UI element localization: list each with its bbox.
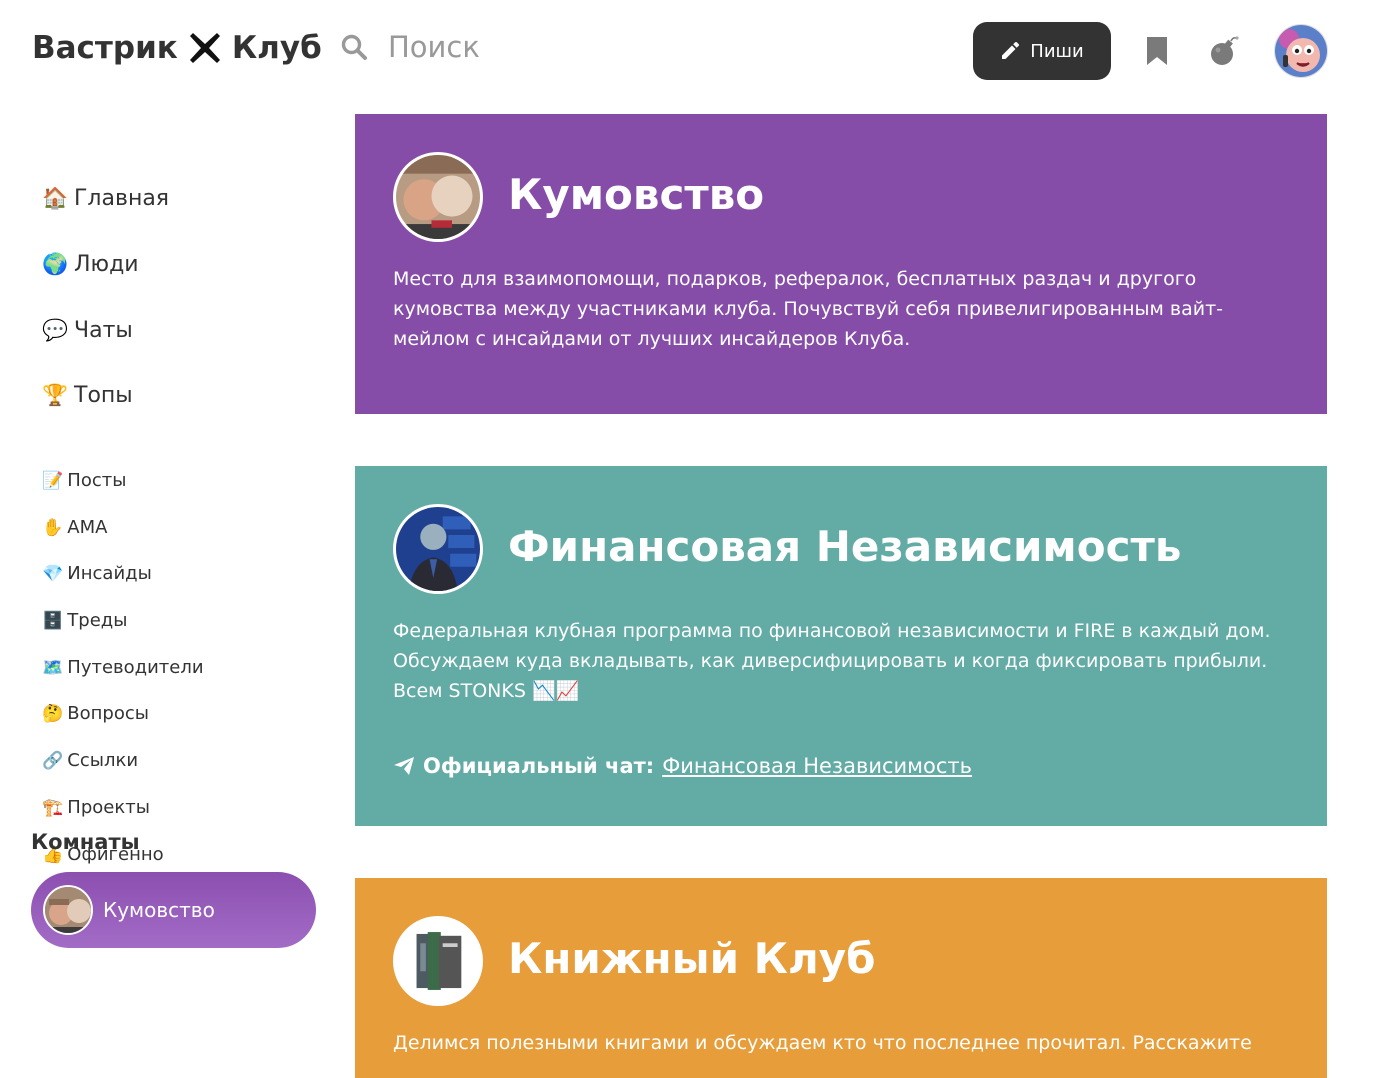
room-card-image-icon	[396, 155, 480, 239]
search-icon	[341, 34, 367, 60]
room-card-avatar	[393, 504, 483, 594]
room-card-description: Делимся полезными книгами и обсуждаем кт…	[393, 1032, 1252, 1054]
room-item-label: Кумовство	[103, 898, 215, 922]
room-card-description: Место для взаимопомощи, подарков, рефера…	[393, 268, 1224, 350]
room-avatar	[43, 885, 93, 935]
write-post-label: Пиши	[1030, 40, 1084, 62]
nav-item-label: AMA	[67, 517, 108, 538]
nav-item-label: Вопросы	[67, 703, 149, 724]
user-avatar[interactable]	[1274, 24, 1328, 78]
search-input[interactable]	[388, 30, 668, 64]
official-chat-link[interactable]: Финансовая Независимость	[662, 754, 972, 778]
logo-text-left: Вастрик	[32, 30, 178, 66]
globe-icon: 🌍	[42, 252, 69, 276]
construction-icon: 🏗️	[42, 797, 64, 818]
nav-item-projects[interactable]: 🏗️ Проекты	[42, 797, 150, 818]
avatar-image-icon	[1275, 25, 1327, 77]
official-chat-label: Официальный чат:	[423, 754, 655, 778]
nav-item-home[interactable]: 🏠 Главная	[42, 186, 169, 211]
room-card-image-icon	[396, 919, 480, 1003]
search-bar	[340, 30, 668, 64]
diamond-icon: 💎	[42, 563, 64, 584]
write-post-button[interactable]: Пиши	[973, 22, 1111, 80]
nav-item-people[interactable]: 🌍 Люди	[42, 252, 139, 277]
map-icon: 🗺️	[42, 657, 64, 678]
room-card-book-club[interactable]: Книжный Клуб Делимся полезными книгами и…	[355, 878, 1327, 1078]
room-card-avatar	[393, 152, 483, 242]
cross-icon	[189, 33, 220, 63]
bomb-icon[interactable]	[1208, 35, 1240, 67]
nav-item-label: Главная	[74, 186, 170, 211]
nav-item-insights[interactable]: 💎 Инсайды	[42, 563, 152, 584]
pencil-icon	[1002, 41, 1020, 59]
bookmark-icon[interactable]	[1144, 36, 1170, 66]
nav-item-guides[interactable]: 🗺️ Путеводители	[42, 657, 204, 678]
nav-item-links[interactable]: 🔗 Ссылки	[42, 750, 138, 771]
room-card-avatar	[393, 916, 483, 1006]
room-card-title: Финансовая Независимость	[508, 522, 1182, 571]
nav-item-posts[interactable]: 📝 Посты	[42, 470, 126, 491]
nav-item-label: Чаты	[74, 318, 133, 343]
speech-bubble-icon: 💬	[42, 318, 69, 342]
rooms-heading: Комнаты	[31, 830, 140, 854]
nav-item-label: Люди	[74, 252, 139, 277]
room-card-title: Книжный Клуб	[508, 934, 876, 983]
top-header: Вастрик Клуб Пиши	[0, 0, 1400, 104]
room-card-financial-independence[interactable]: Финансовая Независимость Федеральная клу…	[355, 466, 1327, 826]
nav-item-threads[interactable]: 🗄️ Треды	[42, 610, 127, 631]
nav-item-tops[interactable]: 🏆 Топы	[42, 383, 133, 408]
trophy-icon: 🏆	[42, 383, 69, 407]
nav-item-label: Путеводители	[67, 657, 204, 678]
nav-item-label: Инсайды	[67, 563, 152, 584]
paper-plane-icon	[394, 757, 414, 775]
file-cabinet-icon: 🗄️	[42, 610, 64, 631]
nav-item-label: Посты	[67, 470, 127, 491]
house-icon: 🏠	[42, 186, 69, 210]
logo-text-right: Клуб	[231, 30, 322, 66]
nav-item-label: Треды	[67, 610, 128, 631]
official-chat-line: Официальный чат: Финансовая Независимост…	[393, 754, 972, 778]
link-icon: 🔗	[42, 750, 64, 771]
site-logo[interactable]: Вастрик Клуб	[32, 30, 322, 66]
nav-item-label: Проекты	[67, 797, 150, 818]
raised-hand-icon: ✋	[42, 517, 64, 538]
nav-item-questions[interactable]: 🤔 Вопросы	[42, 703, 149, 724]
room-avatar-image-icon	[45, 887, 91, 933]
room-card-description: Федеральная клубная программа по финансо…	[393, 620, 1271, 702]
nav-item-chats[interactable]: 💬 Чаты	[42, 318, 133, 343]
room-item-active[interactable]: Кумовство	[31, 872, 316, 948]
memo-icon: 📝	[42, 470, 64, 491]
nav-item-label: Топы	[74, 383, 133, 408]
room-card-kumovstvo[interactable]: Кумовство Место для взаимопомощи, подарк…	[355, 114, 1327, 414]
room-card-image-icon	[396, 507, 480, 591]
nav-item-label: Ссылки	[67, 750, 139, 771]
nav-item-ama[interactable]: ✋ AMA	[42, 517, 107, 538]
room-card-title: Кумовство	[508, 170, 765, 219]
thinking-face-icon: 🤔	[42, 703, 64, 724]
